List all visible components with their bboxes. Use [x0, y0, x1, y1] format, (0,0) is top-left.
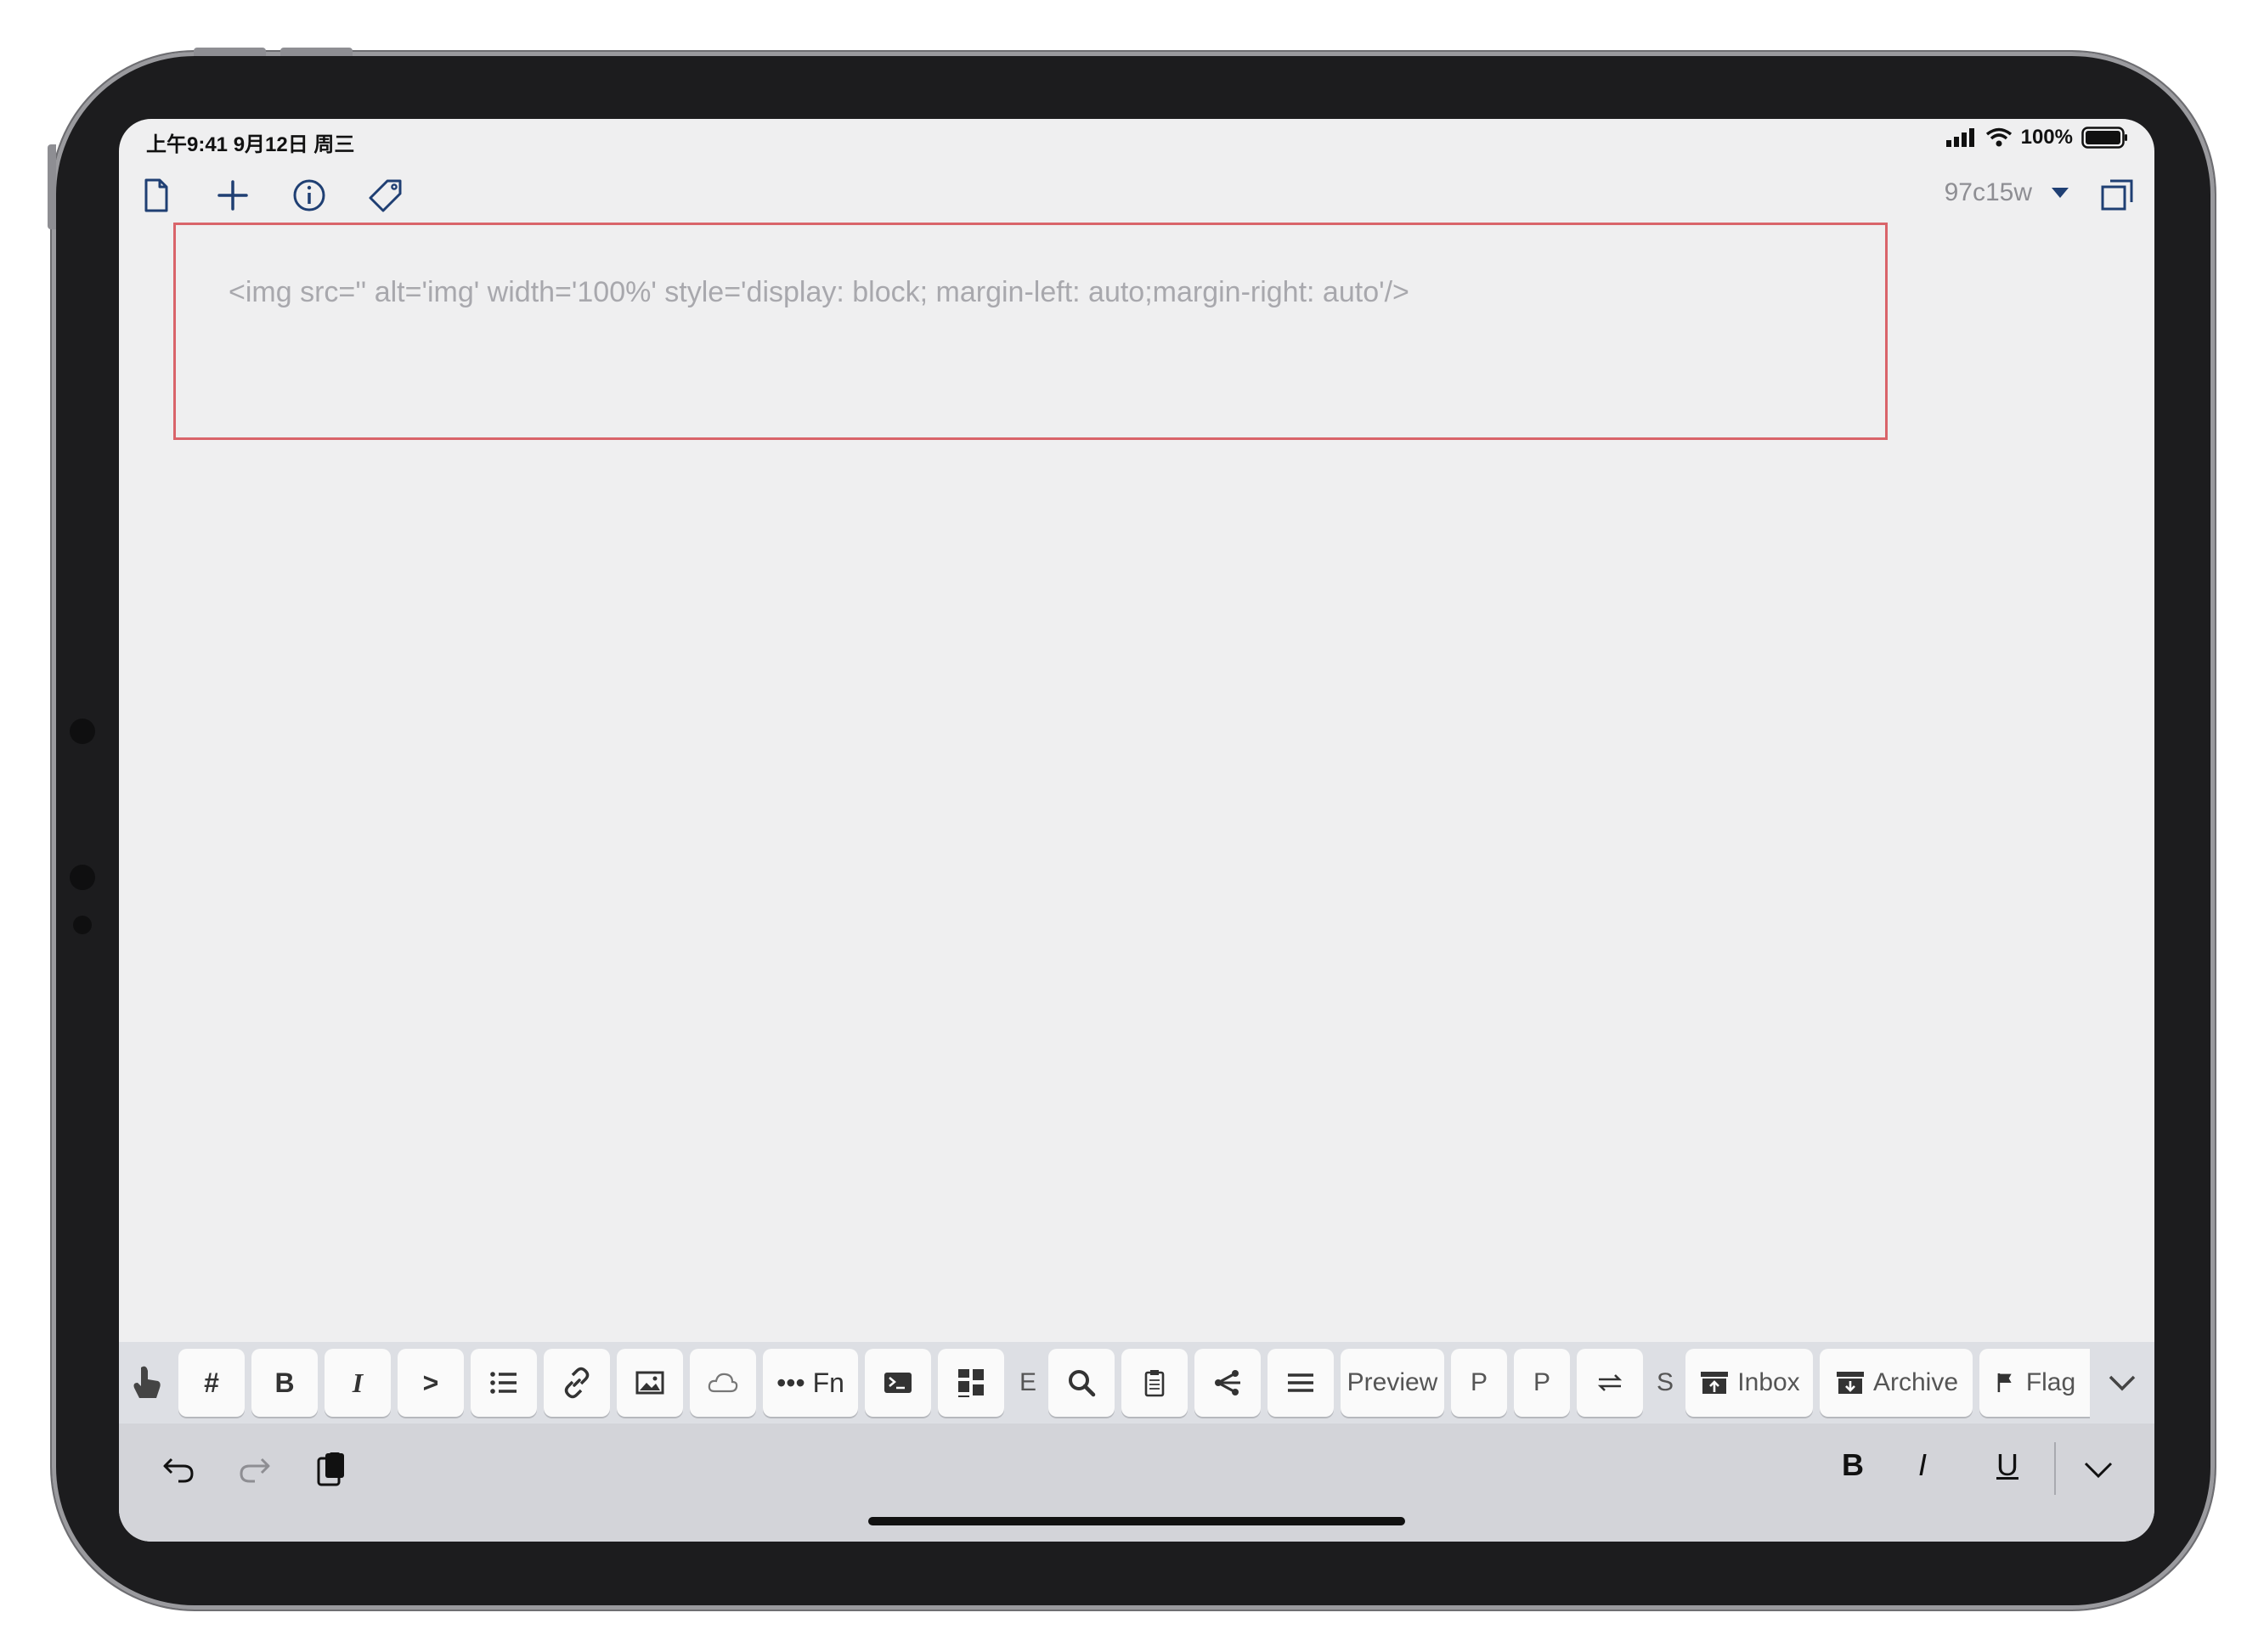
cloud-icon: [708, 1373, 738, 1393]
document-name: 97c15w: [1944, 178, 2032, 206]
dismiss-keyboard-icon[interactable]: [2075, 1446, 2122, 1493]
expand-window-icon[interactable]: [2092, 170, 2143, 221]
image-icon: [635, 1371, 664, 1395]
terminal-button[interactable]: [865, 1349, 931, 1417]
volume-button: [194, 48, 266, 56]
redo-icon[interactable]: [231, 1446, 279, 1493]
widgets-button[interactable]: [938, 1349, 1004, 1417]
home-indicator: [868, 1517, 1405, 1525]
preview-label: Preview: [1347, 1368, 1438, 1396]
list-icon: [490, 1372, 517, 1394]
document-icon[interactable]: [131, 170, 182, 221]
shortcut-underline[interactable]: U: [1996, 1447, 2018, 1483]
s-label: S: [1656, 1368, 1674, 1396]
archive-button[interactable]: Archive: [1820, 1349, 1973, 1417]
inbox-tray-icon: [1701, 1372, 1729, 1394]
undo-icon[interactable]: [155, 1446, 202, 1493]
heading-button[interactable]: #: [178, 1349, 245, 1417]
bold-button[interactable]: B: [251, 1349, 318, 1417]
e-button[interactable]: E: [1011, 1349, 1045, 1417]
link-button[interactable]: [544, 1349, 610, 1417]
cloud-button[interactable]: [690, 1349, 756, 1417]
battery-percent: 100%: [2020, 126, 2073, 149]
shortcut-bold[interactable]: B: [1842, 1447, 1864, 1483]
tag-icon[interactable]: [360, 170, 411, 221]
keyboard-accessory-bar: # B I > ••• Fn E Preview P P S Inbox Arc…: [119, 1342, 2154, 1424]
p-label-1: P: [1470, 1368, 1488, 1396]
preview-button[interactable]: Preview: [1341, 1349, 1444, 1417]
list-button[interactable]: [471, 1349, 537, 1417]
wifi-icon: [1985, 127, 2012, 147]
signal-icon: [1945, 128, 1974, 147]
image-button[interactable]: [617, 1349, 683, 1417]
gesture-icon[interactable]: [126, 1349, 167, 1417]
screen: 上午9:41 9月12日 周三 100% 97c15w <img src='' …: [119, 119, 2154, 1542]
plus-icon[interactable]: [207, 170, 258, 221]
italic-button[interactable]: I: [325, 1349, 391, 1417]
search-icon: [1069, 1370, 1096, 1397]
link-icon: [564, 1367, 590, 1399]
heading-label: #: [204, 1367, 219, 1398]
document-selector[interactable]: 97c15w: [1945, 178, 2069, 207]
top-toolbar: 97c15w: [119, 170, 2154, 229]
quote-label: >: [422, 1367, 439, 1398]
clipboard-button[interactable]: [1121, 1349, 1188, 1417]
editor-text-area[interactable]: <img src='' alt='img' width='100%' style…: [173, 223, 1888, 440]
editor-placeholder: <img src='' alt='img' width='100%' style…: [229, 276, 1409, 308]
p-button-2[interactable]: P: [1514, 1349, 1570, 1417]
flag-button[interactable]: Flag: [1979, 1349, 2090, 1417]
status-time: 上午9:41 9月12日 周三: [146, 133, 355, 156]
menu-lines-icon: [1288, 1373, 1313, 1392]
status-bar: 上午9:41 9月12日 周三 100%: [119, 119, 2154, 158]
sync-button[interactable]: [1577, 1349, 1643, 1417]
quote-button[interactable]: >: [398, 1349, 464, 1417]
inbox-label: Inbox: [1737, 1368, 1800, 1396]
p-label-2: P: [1533, 1368, 1550, 1396]
archive-box-icon: [1836, 1372, 1864, 1394]
battery-icon: [2081, 127, 2127, 149]
caret-down-icon: [2052, 188, 2069, 198]
s-button[interactable]: S: [1648, 1349, 1682, 1417]
terminal-icon: [884, 1373, 912, 1393]
chevron-down-icon: [2109, 1375, 2136, 1391]
inbox-button[interactable]: Inbox: [1685, 1349, 1813, 1417]
grid-icon: [958, 1369, 984, 1397]
status-right: 100%: [1945, 126, 2129, 149]
share-button[interactable]: [1194, 1349, 1261, 1417]
share-icon: [1215, 1370, 1240, 1395]
flag-icon: [1997, 1373, 2012, 1393]
sync-arrows-icon: [1597, 1374, 1623, 1391]
search-button[interactable]: [1048, 1349, 1115, 1417]
e-label: E: [1019, 1368, 1036, 1396]
footnote-label: ••• Fn: [776, 1367, 844, 1398]
power-button: [48, 144, 56, 229]
collapse-toolbar-button[interactable]: [2098, 1349, 2146, 1417]
info-icon[interactable]: [284, 170, 335, 221]
align-button[interactable]: [1268, 1349, 1334, 1417]
archive-label: Archive: [1872, 1368, 1959, 1396]
divider: [2054, 1442, 2056, 1495]
bold-label: B: [274, 1367, 295, 1398]
sensor-dot: [70, 865, 95, 890]
footnote-button[interactable]: ••• Fn: [763, 1349, 858, 1417]
volume-button: [280, 48, 353, 56]
sensor-dot: [73, 916, 92, 934]
paste-icon[interactable]: [308, 1446, 355, 1493]
p-button-1[interactable]: P: [1451, 1349, 1507, 1417]
flag-label: Flag: [2025, 1368, 2076, 1396]
shortcut-italic[interactable]: I: [1918, 1447, 1927, 1483]
clipboard-icon: [1144, 1370, 1165, 1397]
italic-label: I: [352, 1367, 364, 1398]
camera-dot: [70, 719, 95, 744]
